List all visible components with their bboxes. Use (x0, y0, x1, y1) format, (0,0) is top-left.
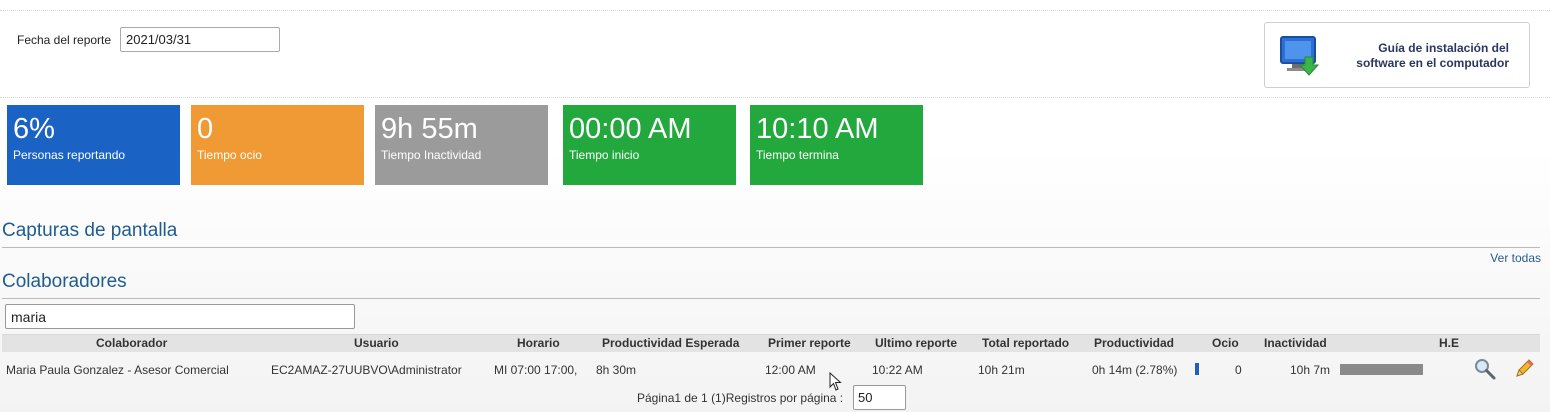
report-date-input[interactable] (120, 27, 280, 52)
table-row: Maria Paula Gonzalez - Asesor Comercial … (2, 354, 1540, 384)
cell-productividad: 0h 14m (2.78%) (1092, 363, 1178, 377)
column-header-productividad-esperada[interactable]: Productividad Esperada (602, 336, 739, 350)
tile-value: 0 (197, 113, 214, 145)
column-header-ultimo-reporte[interactable]: Ultimo reporte (875, 336, 957, 350)
report-header-panel: Fecha del reporte Guía de instalación de… (0, 10, 1550, 98)
see-all-link[interactable]: Ver todas (1490, 251, 1541, 265)
tile-value: 10:10 AM (756, 113, 879, 145)
cell-inactividad: 10h 7m (1290, 363, 1331, 377)
inactivity-bar (1340, 364, 1423, 375)
tile-tiempo-inactividad[interactable]: 9h 55m Tiempo Inactividad (375, 105, 548, 185)
cell-ocio: 0 (1235, 363, 1242, 377)
tile-tiempo-ocio[interactable]: 0 Tiempo ocio (191, 105, 364, 185)
install-guide-button[interactable]: Guía de instalación del software en el c… (1264, 22, 1530, 88)
cell-productividad-esperada: 8h 30m (596, 363, 637, 377)
column-header-total-reportado[interactable]: Total reportado (982, 336, 1069, 350)
mouse-cursor-icon (829, 372, 842, 391)
column-header-he[interactable]: H.E (1439, 336, 1459, 350)
report-date-label: Fecha del reporte (17, 33, 112, 47)
tile-value: 00:00 AM (569, 113, 692, 145)
column-header-usuario[interactable]: Usuario (354, 336, 399, 350)
tile-tiempo-inicio[interactable]: 00:00 AM Tiempo inicio (563, 105, 736, 185)
cell-ultimo-reporte: 10:22 AM (872, 363, 923, 377)
tile-label: Tiempo Inactividad (381, 148, 482, 162)
tile-value: 9h 55m (381, 113, 478, 145)
monitor-download-icon (1280, 36, 1320, 76)
cell-colaborador: Maria Paula Gonzalez - Asesor Comercial (6, 363, 229, 377)
section-divider (2, 247, 1540, 248)
pagination-text: Página1 de 1 (1)Registros por página : (637, 391, 844, 405)
screenshots-section-title: Capturas de pantalla (2, 220, 178, 241)
tile-label: Tiempo ocio (197, 148, 262, 162)
install-guide-label-line1: Guía de instalación del (1378, 41, 1509, 55)
column-header-ocio[interactable]: Ocio (1212, 336, 1239, 350)
tile-personas-reportando[interactable]: 6% Personas reportando (7, 105, 180, 185)
view-details-button[interactable] (1474, 358, 1496, 385)
column-header-colaborador[interactable]: Colaborador (96, 336, 167, 350)
collaborator-search-input[interactable] (5, 304, 355, 329)
column-header-inactividad[interactable]: Inactividad (1264, 336, 1327, 350)
records-per-page-input[interactable] (853, 385, 906, 410)
column-header-horario[interactable]: Horario (517, 336, 560, 350)
cell-primer-reporte: 12:00 AM (765, 363, 816, 377)
install-guide-label-line2: software en el computador (1356, 56, 1509, 70)
cell-horario: MI 07:00 17:00, (494, 363, 578, 377)
section-divider (2, 298, 1540, 299)
tile-value: 6% (13, 113, 55, 145)
tile-label: Tiempo termina (756, 148, 839, 162)
column-header-primer-reporte[interactable]: Primer reporte (768, 336, 851, 350)
tile-label: Personas reportando (13, 148, 126, 162)
collaborators-section-title: Colaboradores (2, 271, 127, 292)
productivity-bar (1195, 363, 1199, 375)
cell-usuario: EC2AMAZ-27UUBVO\Administrator (271, 363, 462, 377)
tile-tiempo-termina[interactable]: 10:10 AM Tiempo termina (750, 105, 923, 185)
column-header-productividad[interactable]: Productividad (1094, 336, 1174, 350)
pencil-icon (1516, 359, 1534, 377)
magnifier-icon (1475, 359, 1496, 380)
tile-label: Tiempo inicio (569, 148, 640, 162)
table-header: Colaborador Usuario Horario Productivida… (2, 334, 1540, 352)
edit-button[interactable] (1513, 358, 1535, 385)
cell-total-reportado: 10h 21m (978, 363, 1025, 377)
